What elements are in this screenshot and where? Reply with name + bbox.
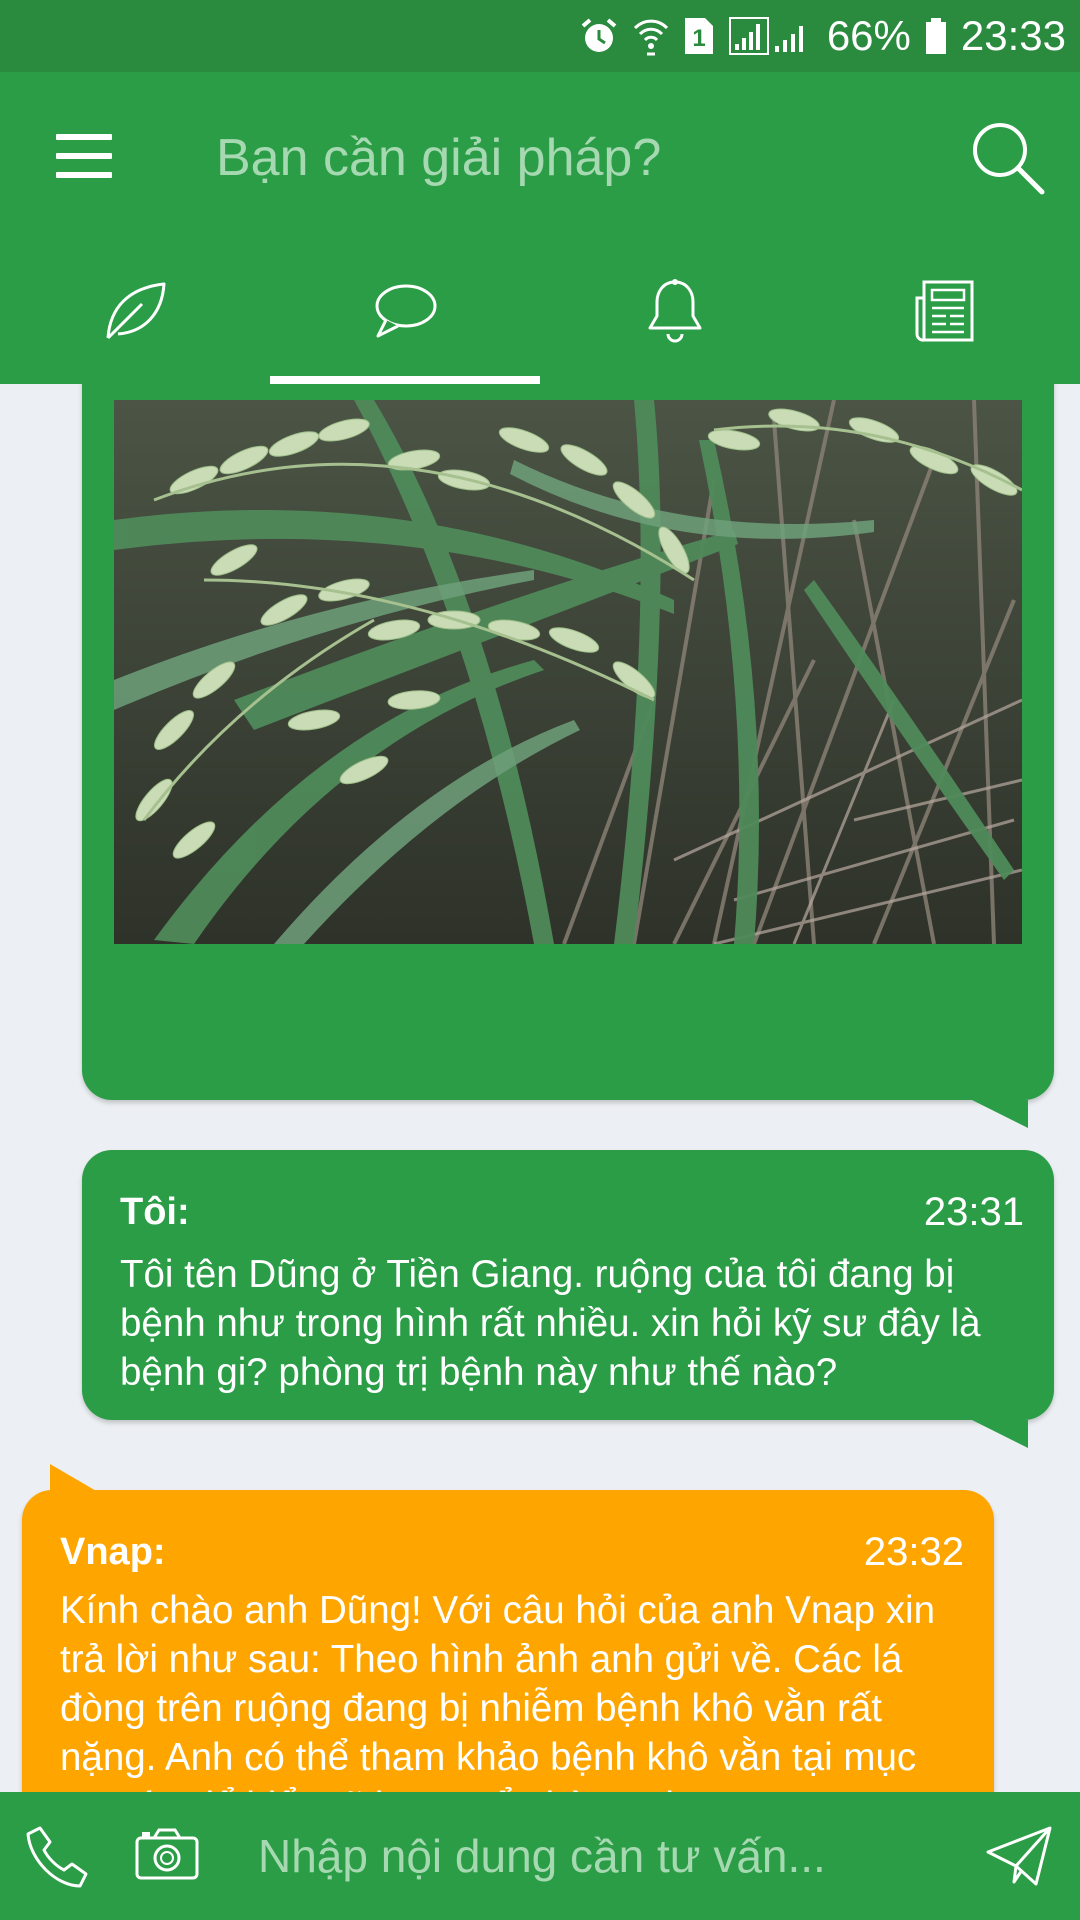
tab-bar <box>0 242 1080 384</box>
bubble-tail <box>972 1420 1028 1448</box>
send-icon[interactable] <box>986 1826 1052 1886</box>
alarm-icon <box>579 16 619 56</box>
signal-icon <box>728 16 813 56</box>
message-header: Vnap: 23:32 <box>60 1526 964 1578</box>
user-message-bubble[interactable]: Tôi: 23:31 Tôi tên Dũng ở Tiền Giang. ru… <box>82 1150 1054 1448</box>
search-input[interactable] <box>216 118 936 198</box>
camera-icon[interactable] <box>134 1826 200 1882</box>
leaf-icon <box>102 278 168 349</box>
message-time: 23:31 <box>923 1189 1024 1234</box>
reply-message-bubble[interactable]: Vnap: 23:32 Kính chào anh Dũng! Với câu … <box>22 1464 994 1792</box>
phone-icon[interactable] <box>26 1824 92 1890</box>
newspaper-icon <box>914 278 976 349</box>
status-time: 23:33 <box>960 12 1066 59</box>
search-row <box>0 72 1080 242</box>
tab-leaf[interactable] <box>0 242 270 384</box>
svg-text:1: 1 <box>692 25 705 52</box>
chat-thread[interactable]: Tôi: 23:31 Tôi tên Dũng ở Tiền Giang. ru… <box>0 384 1080 1792</box>
battery-percent: 66% <box>826 12 911 59</box>
tab-news[interactable] <box>810 242 1080 384</box>
message-time: 23:32 <box>863 1529 964 1574</box>
message-header: Tôi: 23:31 <box>120 1186 1024 1238</box>
hamburger-menu-icon[interactable] <box>56 134 112 178</box>
app-bar <box>0 72 1080 384</box>
tab-chat[interactable] <box>270 242 540 384</box>
message-sender: Vnap: <box>60 1530 166 1573</box>
chat-bubble-icon <box>372 282 438 345</box>
search-icon[interactable] <box>970 120 1050 200</box>
bubble-tail <box>50 1464 98 1492</box>
battery-icon <box>925 16 947 56</box>
sim-icon: 1 <box>683 16 715 56</box>
rice-plant-photo[interactable] <box>114 400 1022 944</box>
image-message-bubble[interactable] <box>82 384 1054 1128</box>
composer-bar <box>0 1792 1080 1920</box>
wifi-icon <box>633 16 669 56</box>
message-input[interactable] <box>258 1820 958 1892</box>
message-text: Tôi tên Dũng ở Tiền Giang. ruộng của tôi… <box>120 1253 981 1394</box>
bubble-tail <box>972 1100 1028 1128</box>
status-bar: 1 66% 23:33 <box>0 0 1080 72</box>
message-text: Kính chào anh Dũng! Với câu hỏi của anh … <box>60 1589 935 1792</box>
tab-notifications[interactable] <box>540 242 810 384</box>
bell-icon <box>646 278 704 349</box>
message-sender: Tôi: <box>120 1190 190 1233</box>
